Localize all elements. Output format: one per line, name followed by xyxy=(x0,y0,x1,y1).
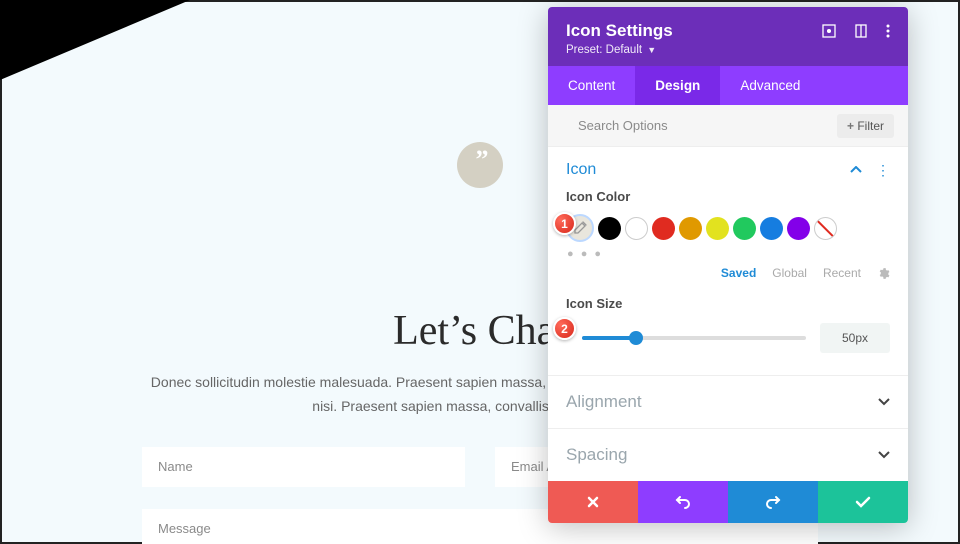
responsive-icon[interactable] xyxy=(854,24,868,38)
swatch-tab-global[interactable]: Global xyxy=(772,266,807,280)
cancel-button[interactable] xyxy=(548,481,638,523)
search-bar: Filter xyxy=(548,105,908,147)
name-field[interactable] xyxy=(142,447,465,487)
section-title-icon: Icon xyxy=(566,161,596,179)
undo-button[interactable] xyxy=(638,481,728,523)
swatch-red[interactable] xyxy=(652,217,675,240)
tab-design[interactable]: Design xyxy=(635,66,720,105)
slider-thumb[interactable] xyxy=(629,331,643,345)
swatch-white[interactable] xyxy=(625,217,648,240)
gear-icon[interactable] xyxy=(877,267,890,280)
icon-size-label: Icon Size xyxy=(566,296,890,311)
panel-footer xyxy=(548,481,908,523)
swatch-orange[interactable] xyxy=(679,217,702,240)
quote-icon-module[interactable]: ” xyxy=(457,142,503,188)
icon-size-slider[interactable] xyxy=(582,336,806,340)
more-icon[interactable] xyxy=(886,24,890,38)
accordion-spacing[interactable]: Spacing xyxy=(548,428,908,481)
preset-selector[interactable]: Preset: Default ▼ xyxy=(566,44,890,56)
page-corner-decoration xyxy=(0,0,190,80)
panel-title: Icon Settings xyxy=(566,21,673,41)
annotation-badge-2: 2 xyxy=(553,317,576,340)
redo-button[interactable] xyxy=(728,481,818,523)
accordion-alignment[interactable]: Alignment xyxy=(548,375,908,428)
swatch-tabs: Saved Global Recent xyxy=(566,266,890,280)
icon-size-value[interactable] xyxy=(820,323,890,353)
slider-fill xyxy=(582,336,636,340)
color-swatches: 1 xyxy=(566,214,890,242)
expand-icon[interactable] xyxy=(822,24,836,38)
save-button[interactable] xyxy=(818,481,908,523)
swatch-none[interactable] xyxy=(814,217,837,240)
quote-glyph: ” xyxy=(476,145,485,175)
panel-header: Icon Settings Preset: Default ▼ xyxy=(548,7,908,66)
tab-advanced[interactable]: Advanced xyxy=(720,66,820,105)
icon-section: Icon ⋮ Icon Color 1 ● ● ● Saved Glob xyxy=(548,147,908,375)
chevron-down-icon: ▼ xyxy=(647,45,656,55)
swatch-yellow[interactable] xyxy=(706,217,729,240)
collapse-icon[interactable] xyxy=(850,166,862,174)
chevron-down-icon xyxy=(878,398,890,406)
section-more-icon[interactable]: ⋮ xyxy=(876,162,890,179)
swatch-pagination-dots[interactable]: ● ● ● xyxy=(567,248,890,260)
swatch-black[interactable] xyxy=(598,217,621,240)
icon-color-label: Icon Color xyxy=(566,189,890,204)
swatch-green[interactable] xyxy=(733,217,756,240)
annotation-badge-1: 1 xyxy=(553,212,576,235)
swatch-blue[interactable] xyxy=(760,217,783,240)
panel-tabs: Content Design Advanced xyxy=(548,66,908,105)
swatch-purple[interactable] xyxy=(787,217,810,240)
search-input[interactable] xyxy=(562,106,837,146)
icon-size-row: 2 xyxy=(566,323,890,353)
swatch-tab-recent[interactable]: Recent xyxy=(823,266,861,280)
filter-button[interactable]: Filter xyxy=(837,114,894,138)
tab-content[interactable]: Content xyxy=(548,66,635,105)
swatch-tab-saved[interactable]: Saved xyxy=(721,266,756,280)
settings-panel: Icon Settings Preset: Default ▼ Content … xyxy=(548,7,908,523)
chevron-down-icon xyxy=(878,451,890,459)
